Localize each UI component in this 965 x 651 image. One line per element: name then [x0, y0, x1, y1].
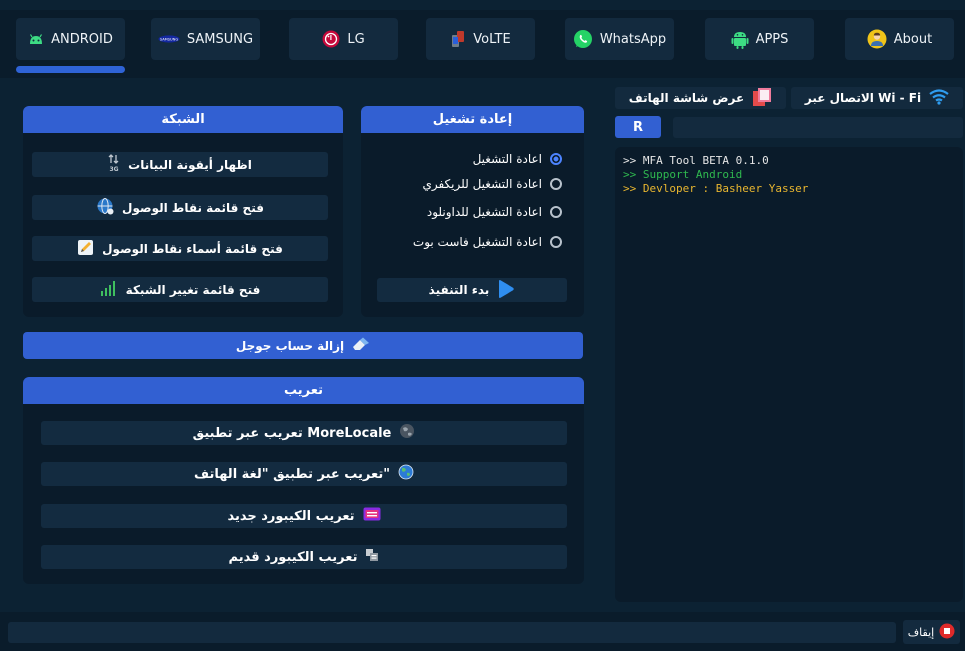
button-label: تعريب الكيبورد جديد: [227, 508, 355, 524]
radio-label: اعادة التشغيل: [472, 152, 542, 166]
reboot-panel-title: إعادة تشغيل: [361, 106, 584, 133]
radio-button[interactable]: [550, 206, 562, 218]
button-label: R: [632, 119, 643, 135]
button-label: الاتصال عبر Wi - Fi: [804, 91, 922, 105]
console-line: >> MFA Tool BETA 0.1.0: [623, 154, 769, 167]
tab-label: VoLTE: [473, 31, 511, 47]
localize-morelocale-button[interactable]: تعريب عبر تطبيق MoreLocale: [41, 421, 567, 445]
android-apps-icon: [731, 29, 749, 49]
stop-icon: [939, 623, 955, 642]
remove-google-account-button[interactable]: إزالة حساب جوجل: [23, 332, 583, 359]
network-panel-title: الشبكة: [23, 106, 343, 133]
tab-volte[interactable]: VoLTE: [426, 18, 535, 60]
tab-label: SAMSUNG: [186, 31, 254, 47]
person-icon: [867, 29, 887, 49]
radio-button[interactable]: [550, 178, 562, 190]
r-button[interactable]: R: [615, 116, 661, 138]
keyboard-grey-icon: [365, 548, 379, 566]
radio-button[interactable]: [550, 236, 562, 248]
reboot-option-fastboot[interactable]: اعادة التشغيل فاست بوت: [413, 235, 562, 249]
localize-new-keyboard-button[interactable]: تعريب الكيبورد جديد: [41, 504, 567, 528]
active-tab-indicator: [16, 66, 125, 73]
reboot-option-download[interactable]: اعادة التشغيل للداونلود: [427, 205, 562, 219]
show-data-icon-button[interactable]: 3G اظهار أيقونة البيانات: [32, 152, 328, 177]
tab-label: ANDROID: [51, 31, 113, 47]
globe-network-icon: [96, 197, 114, 218]
button-label: فتح قائمة أسماء نقاط الوصول: [102, 241, 283, 256]
open-network-change-button[interactable]: فتح قائمة تغيير الشبكة: [32, 277, 328, 302]
button-label: إزالة حساب جوجل: [235, 338, 345, 353]
top-tab-bar: ANDROID SAMSUNG SAMSUNG LG VoLTE WhatsAp…: [0, 10, 965, 78]
volte-icon: [450, 30, 466, 48]
tab-apps[interactable]: APPS: [705, 18, 814, 60]
tab-label: APPS: [755, 31, 789, 47]
globe-dark-icon: [399, 423, 415, 443]
reboot-panel: إعادة تشغيل اعادة التشغيل اعادة التشغيل …: [361, 106, 584, 317]
localize-panel: تعريب تعريب عبر تطبيق MoreLocale تعريب ع…: [23, 377, 584, 584]
wifi-icon: [929, 88, 949, 108]
keyboard-color-icon: [363, 507, 381, 525]
console-line: >> Support Android: [623, 168, 743, 181]
status-progress-field[interactable]: [8, 622, 896, 643]
button-label: بدء التنفيذ: [428, 283, 490, 297]
tab-android[interactable]: ANDROID: [16, 18, 125, 60]
reboot-option-normal[interactable]: اعادة التشغيل: [473, 152, 562, 166]
wifi-connect-button[interactable]: الاتصال عبر Wi - Fi: [791, 87, 963, 109]
open-apn-names-button[interactable]: فتح قائمة أسماء نقاط الوصول: [32, 236, 328, 261]
lg-logo-icon: [322, 30, 340, 48]
open-access-points-button[interactable]: فتح قائمة نقاط الوصول: [32, 195, 328, 220]
localize-phone-language-button[interactable]: تعريب عبر تطبيق "لغة الهاتف": [41, 462, 567, 486]
localize-panel-title: تعريب: [23, 377, 584, 404]
radio-label: اعادة التشغيل فاست بوت: [412, 235, 542, 249]
tab-label: WhatsApp: [599, 31, 667, 47]
tab-label: About: [893, 31, 933, 47]
button-label: إيقاف: [907, 625, 935, 639]
button-label: فتح قائمة تغيير الشبكة: [125, 282, 261, 297]
eraser-icon: [352, 337, 370, 354]
signal-bars-icon: [100, 280, 118, 299]
tab-whatsapp[interactable]: WhatsApp: [565, 18, 674, 60]
console-log: >> MFA Tool BETA 0.1.0 >> Support Androi…: [615, 147, 963, 602]
button-label: تعريب الكيبورد قديم: [228, 549, 358, 565]
whatsapp-icon: [573, 29, 593, 49]
svg-text:3G: 3G: [110, 166, 119, 172]
screen-mirror-icon: [752, 87, 772, 110]
device-command-input[interactable]: [673, 117, 963, 138]
tab-samsung[interactable]: SAMSUNG SAMSUNG: [151, 18, 260, 60]
tab-about[interactable]: About: [845, 18, 954, 60]
button-label: تعريب عبر تطبيق MoreLocale: [192, 425, 392, 441]
button-label: تعريب عبر تطبيق "لغة الهاتف": [193, 466, 391, 482]
samsung-logo-icon: SAMSUNG: [158, 35, 180, 43]
play-icon: [497, 279, 515, 302]
console-line: >> Devloper : Basheer Yasser: [623, 182, 809, 195]
button-label: عرض شاشة الهاتف: [628, 91, 745, 105]
android-icon: [28, 32, 44, 46]
phone-screen-mirror-button[interactable]: عرض شاشة الهاتف: [615, 87, 786, 109]
data-arrows-icon: 3G: [108, 154, 120, 175]
execute-button[interactable]: بدء التنفيذ: [377, 278, 567, 302]
stop-button[interactable]: إيقاف: [903, 620, 960, 644]
radio-label: اعادة التشغيل للداونلود: [426, 205, 542, 219]
status-bar: إيقاف: [0, 612, 965, 651]
svg-text:SAMSUNG: SAMSUNG: [160, 38, 179, 42]
tab-label: LG: [347, 31, 365, 47]
button-label: اظهار أيقونة البيانات: [128, 157, 252, 172]
tab-lg[interactable]: LG: [289, 18, 398, 60]
reboot-option-recovery[interactable]: اعادة التشغيل للريكفري: [422, 177, 562, 191]
radio-label: اعادة التشغيل للريكفري: [422, 177, 542, 191]
network-panel: الشبكة 3G اظهار أيقونة البيانات فتح قائم…: [23, 106, 343, 317]
button-label: فتح قائمة نقاط الوصول: [122, 200, 264, 215]
pencil-icon: [77, 239, 94, 259]
globe-blue-icon: [398, 464, 414, 484]
radio-button[interactable]: [550, 153, 562, 165]
localize-old-keyboard-button[interactable]: تعريب الكيبورد قديم: [41, 545, 567, 569]
